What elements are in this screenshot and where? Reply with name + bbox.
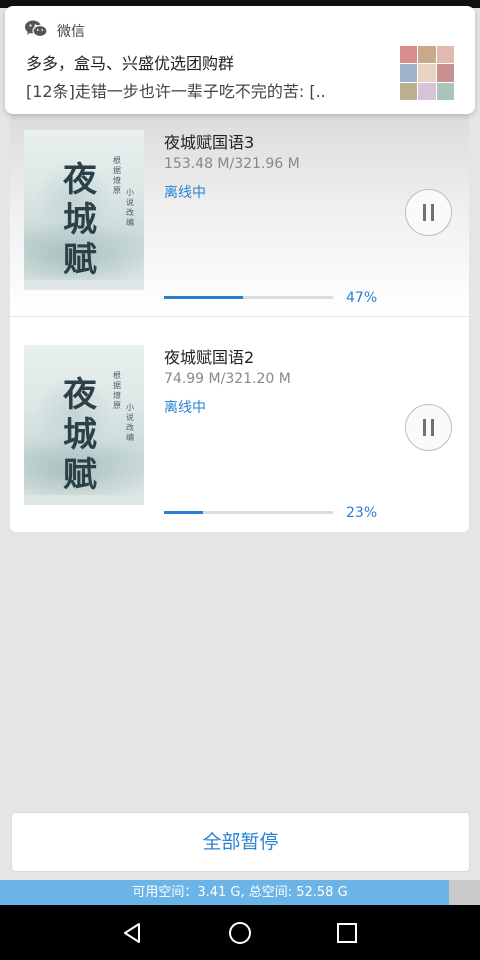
group-avatar-tile (418, 46, 436, 64)
group-avatar-tile (400, 82, 418, 100)
notification-title: 多多，盒马、兴盛优选团购群 (26, 54, 235, 73)
pause-button[interactable] (405, 404, 452, 451)
cover-title: 夜城赋 (63, 375, 97, 495)
progress-bar (164, 296, 333, 299)
wechat-icon (25, 20, 47, 38)
storage-bar: 可用空间：3.41 G, 总空间: 52.58 G (0, 880, 480, 905)
download-size: 74.99 M/321.20 M (164, 371, 291, 387)
pause-icon (423, 204, 426, 221)
cover-author: 小说改编 (126, 403, 134, 442)
cover-image: 夜城赋 根据燎原 小说改编 (24, 130, 144, 290)
download-size: 153.48 M/321.96 M (164, 156, 300, 172)
progress-bar (164, 511, 333, 514)
pause-all-button[interactable]: 全部暂停 (11, 812, 470, 872)
group-avatar-tile (436, 82, 454, 100)
group-avatar-tile (436, 64, 454, 82)
group-avatar-tile (418, 82, 436, 100)
progress-fill (164, 511, 203, 514)
pause-icon (431, 419, 434, 436)
download-title: 夜城赋国语3 (164, 133, 255, 152)
divider (10, 316, 469, 317)
download-item[interactable]: 夜城赋 根据燎原 小说改编 夜城赋国语2 74.99 M/321.20 M 离线… (10, 318, 469, 532)
notification-app-name: 微信 (57, 24, 85, 40)
group-avatar-tile (436, 46, 454, 64)
home-circle-icon[interactable] (228, 921, 252, 945)
download-status: 离线中 (164, 400, 206, 416)
pause-icon (423, 419, 426, 436)
recent-square-icon[interactable] (335, 921, 359, 945)
pause-button[interactable] (405, 189, 452, 236)
navigation-bar (0, 905, 480, 960)
download-item[interactable]: 夜城赋 根据燎原 小说改编 夜城赋国语3 153.48 M/321.96 M 离… (10, 100, 469, 315)
cover-image: 夜城赋 根据燎原 小说改编 (24, 345, 144, 505)
wechat-notification[interactable]: 微信 多多，盒马、兴盛优选团购群 [12条]走错一步也许一辈子吃不完的苦: [.… (5, 6, 475, 114)
progress-fill (164, 296, 244, 299)
progress-percent: 23% (346, 505, 378, 521)
group-avatar-tile (400, 64, 418, 82)
download-list: 夜城赋 根据燎原 小说改编 夜城赋国语3 153.48 M/321.96 M 离… (10, 100, 469, 532)
progress-percent: 47% (346, 290, 378, 306)
cover-author: 根据燎原 (113, 156, 121, 195)
storage-text: 可用空间：3.41 G, 总空间: 52.58 G (132, 885, 348, 900)
pause-icon (431, 204, 434, 221)
notification-body: [12条]走错一步也许一辈子吃不完的苦: [.. (26, 82, 326, 101)
back-triangle-icon[interactable] (121, 921, 145, 945)
cover-author: 小说改编 (126, 188, 134, 227)
group-avatar-tile (418, 64, 436, 82)
cover-author: 根据燎原 (113, 371, 121, 410)
cover-title: 夜城赋 (63, 160, 97, 280)
download-status: 离线中 (164, 185, 206, 201)
download-title: 夜城赋国语2 (164, 348, 255, 367)
group-avatar-tile (400, 46, 418, 64)
group-avatar (400, 46, 454, 100)
